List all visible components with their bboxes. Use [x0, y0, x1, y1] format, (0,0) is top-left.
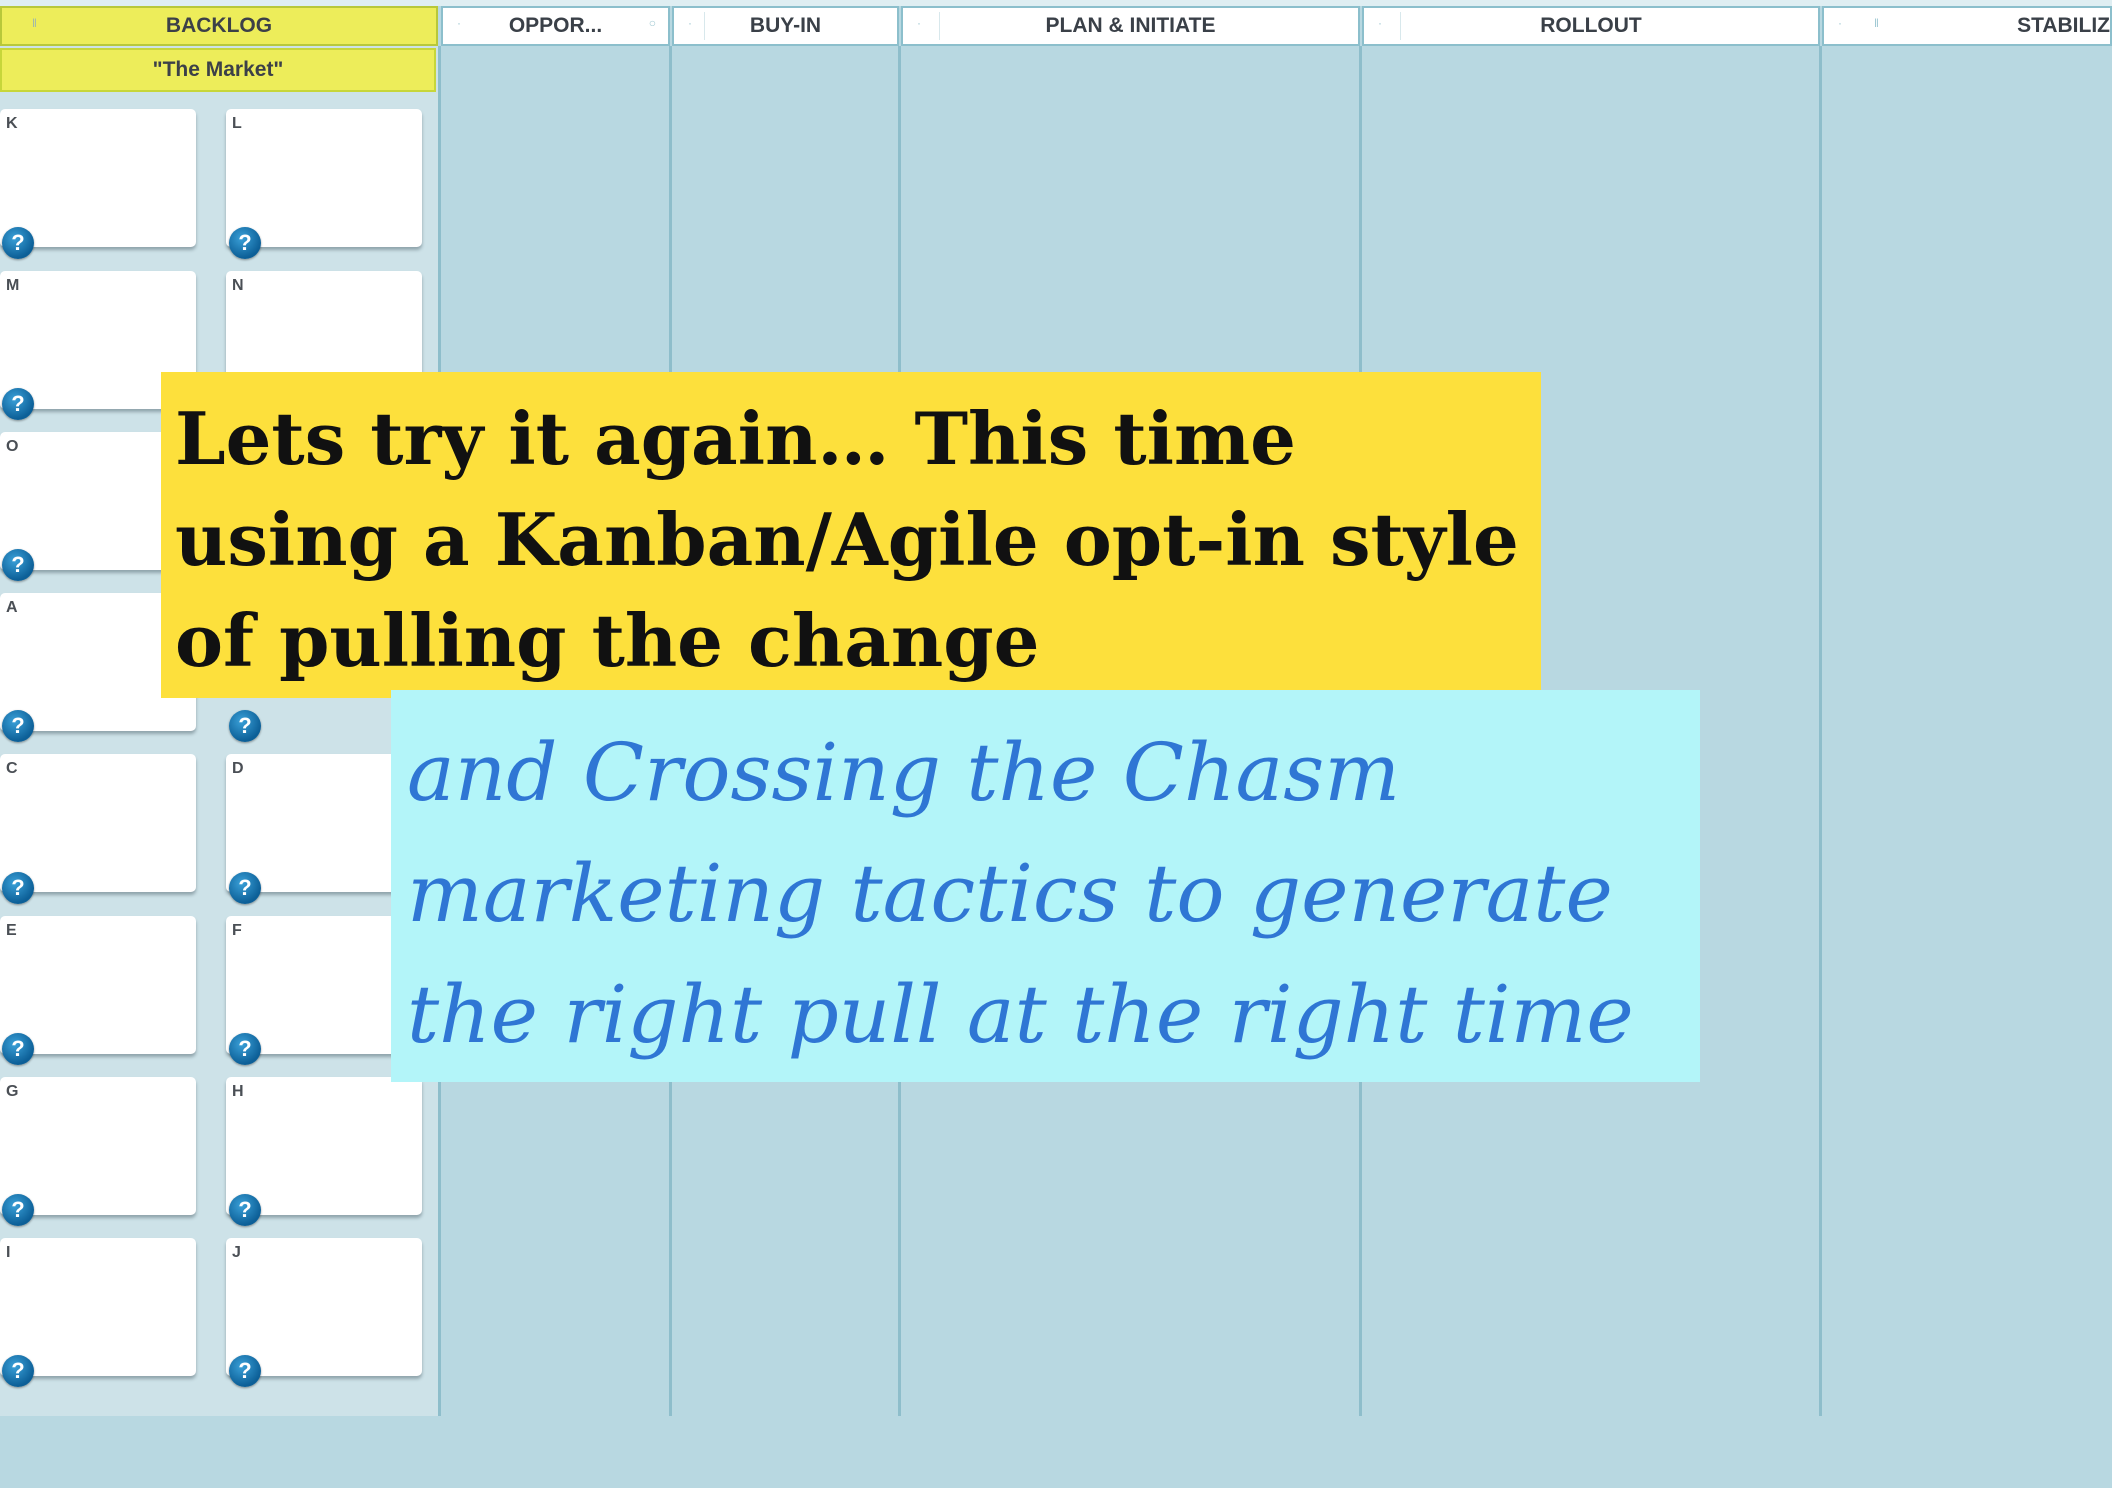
- header-divider: [1400, 12, 1401, 40]
- column-title-stabilize: STABILIZ: [2017, 14, 2110, 37]
- column-separator: [1819, 46, 1822, 1416]
- card-label: N: [232, 277, 244, 294]
- board-footer: [0, 1416, 2112, 1488]
- column-title-backlog: BACKLOG: [165, 14, 273, 37]
- card-label: L: [232, 115, 242, 132]
- column-title-rollout: ROLLOUT: [1540, 14, 1642, 37]
- card-l[interactable]: L: [226, 109, 422, 247]
- column-header-opportunity[interactable]: · OPPOR... ○: [441, 6, 670, 46]
- card-i[interactable]: I: [0, 1238, 196, 1376]
- settings-icon[interactable]: ○: [649, 16, 656, 30]
- help-icon[interactable]: ?: [2, 1033, 34, 1065]
- headline-callout: Lets try it again… This time using a Kan…: [161, 372, 1541, 698]
- card-label: G: [6, 1083, 19, 1100]
- collapse-icon[interactable]: ·: [1378, 16, 1382, 30]
- header-divider: [704, 12, 705, 40]
- card-label: O: [6, 438, 19, 455]
- help-icon[interactable]: ?: [229, 227, 261, 259]
- help-icon[interactable]: ?: [229, 1355, 261, 1387]
- swimlane-header[interactable]: "The Market": [0, 48, 436, 92]
- card-g[interactable]: G: [0, 1077, 196, 1215]
- card-label: A: [6, 599, 18, 616]
- help-icon[interactable]: ?: [2, 227, 34, 259]
- help-icon[interactable]: ?: [229, 872, 261, 904]
- help-icon[interactable]: ?: [229, 710, 261, 742]
- card-label: K: [6, 115, 18, 132]
- collapse-icon[interactable]: ·: [688, 16, 692, 30]
- card-label: I: [6, 1244, 11, 1261]
- collapse-icon[interactable]: ‖: [32, 16, 37, 30]
- collapse-icon[interactable]: ·: [917, 16, 921, 30]
- collapse-icon[interactable]: ·: [457, 16, 461, 30]
- card-k[interactable]: K: [0, 109, 196, 247]
- card-label: F: [232, 922, 242, 939]
- swimlane-label: "The Market": [152, 58, 284, 81]
- card-label: D: [232, 760, 244, 777]
- card-c[interactable]: C: [0, 754, 196, 892]
- column-header-buy-in[interactable]: · BUY-IN: [672, 6, 899, 46]
- card-h[interactable]: H: [226, 1077, 422, 1215]
- card-label: M: [6, 277, 20, 294]
- expand-icon[interactable]: ‖: [1874, 16, 1879, 30]
- column-header-stabilize[interactable]: · ‖ STABILIZ: [1822, 6, 2112, 46]
- help-icon[interactable]: ?: [2, 710, 34, 742]
- card-label: E: [6, 922, 17, 939]
- card-label: H: [232, 1083, 244, 1100]
- card-label: C: [6, 760, 18, 777]
- collapse-icon[interactable]: ·: [1838, 16, 1842, 30]
- column-header-backlog[interactable]: ‖ BACKLOG: [0, 6, 438, 46]
- help-icon[interactable]: ?: [2, 549, 34, 581]
- help-icon[interactable]: ?: [2, 1194, 34, 1226]
- help-icon[interactable]: ?: [229, 1033, 261, 1065]
- help-icon[interactable]: ?: [2, 1355, 34, 1387]
- help-icon[interactable]: ?: [2, 388, 34, 420]
- header-divider: [939, 12, 940, 40]
- column-title-buy-in: BUY-IN: [749, 14, 822, 37]
- card-e[interactable]: E: [0, 916, 196, 1054]
- column-title-opportunity: OPPOR...: [508, 14, 603, 37]
- card-label: J: [232, 1244, 241, 1261]
- subline-text: and Crossing the Chasm marketing tactics…: [407, 726, 1634, 1061]
- column-header-plan-initiate[interactable]: · PLAN & INITIATE: [901, 6, 1360, 46]
- help-icon[interactable]: ?: [229, 1194, 261, 1226]
- column-header-rollout[interactable]: · ROLLOUT: [1362, 6, 1820, 46]
- subline-callout: and Crossing the Chasm marketing tactics…: [391, 690, 1700, 1082]
- column-title-plan-initiate: PLAN & INITIATE: [1045, 14, 1216, 37]
- help-icon[interactable]: ?: [2, 872, 34, 904]
- card-j[interactable]: J: [226, 1238, 422, 1376]
- headline-text: Lets try it again… This time using a Kan…: [175, 396, 1519, 683]
